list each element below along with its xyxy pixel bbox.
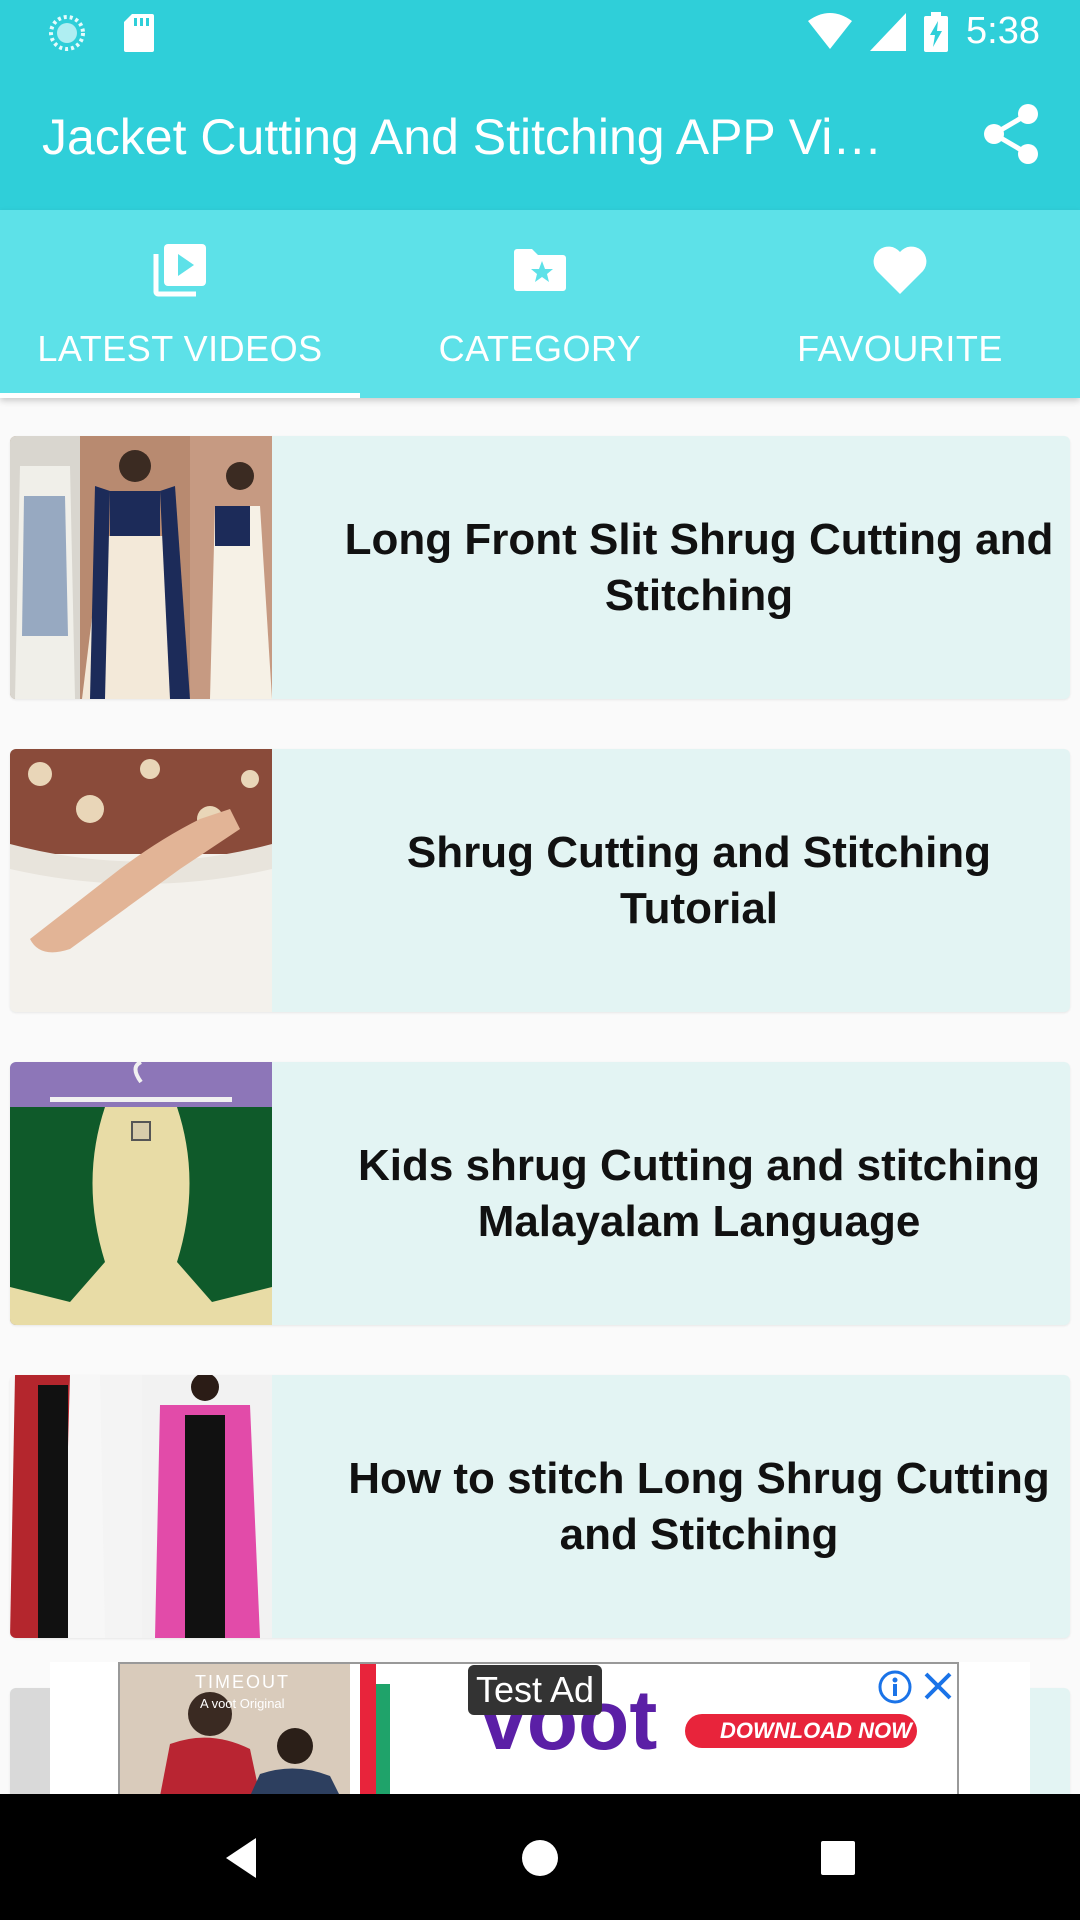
recents-icon[interactable]	[810, 1830, 866, 1886]
video-card[interactable]: Long Front Slit Shrug Cutting and Stitch…	[10, 436, 1070, 699]
folder-star-icon	[514, 249, 566, 291]
home-icon[interactable]	[512, 1830, 568, 1886]
wifi-icon	[808, 12, 853, 49]
video-list: Long Front Slit Shrug Cutting and Stitch…	[0, 398, 1080, 1794]
tab-favourite[interactable]: FAVOURITE	[720, 210, 1080, 398]
video-thumbnail	[10, 1062, 272, 1325]
video-title: Long Front Slit Shrug Cutting and Stitch…	[344, 514, 1054, 620]
video-card[interactable]: Kids shrug Cutting and stitching Malayal…	[10, 1062, 1070, 1325]
app-title: Jacket Cutting And Stitching APP Vi…	[42, 109, 883, 165]
video-thumbnail	[10, 749, 272, 1012]
tab-label: CATEGORY	[438, 328, 642, 369]
tab-label: LATEST VIDEOS	[37, 328, 323, 369]
battery-charging-icon	[924, 11, 949, 52]
ad-brand-sub: A voot Original	[200, 1696, 285, 1711]
ad-brand-tag: TIMEOUT	[195, 1672, 290, 1692]
share-icon[interactable]	[980, 102, 1044, 166]
status-bar: 5:38	[0, 0, 1080, 64]
video-card[interactable]: Shrug Cutting and Stitching Tutorial	[10, 749, 1070, 1012]
heart-icon	[873, 246, 927, 294]
tab-latest-videos[interactable]: LATEST VIDEOS	[0, 210, 360, 398]
tab-bar: LATEST VIDEOS CATEGORY FAVOURITE	[0, 210, 1080, 398]
ad-test-label: Test Ad	[468, 1665, 603, 1715]
video-title: Kids shrug Cutting and stitching Malayal…	[358, 1140, 1040, 1246]
close-icon[interactable]	[920, 1668, 956, 1704]
video-thumbnail	[10, 1375, 272, 1638]
sdcard-icon	[124, 14, 154, 52]
video-title: Shrug Cutting and Stitching Tutorial	[406, 827, 992, 933]
tab-category[interactable]: CATEGORY	[360, 210, 720, 398]
clock: 5:38	[966, 10, 1040, 52]
app-bar: Jacket Cutting And Stitching APP Vi…	[0, 64, 1080, 210]
video-thumbnail	[10, 436, 272, 699]
ad-cta: DOWNLOAD NOW	[720, 1718, 914, 1743]
video-card[interactable]: How to stitch Long Shrug Cutting and Sti…	[10, 1375, 1070, 1638]
info-icon[interactable]	[878, 1670, 912, 1704]
navigation-bar	[0, 1794, 1080, 1920]
video-library-icon	[153, 244, 206, 297]
video-title: How to stitch Long Shrug Cutting and Sti…	[348, 1453, 1050, 1559]
tab-label: FAVOURITE	[797, 328, 1003, 369]
sync-icon	[49, 15, 85, 51]
signal-icon	[870, 12, 907, 51]
back-icon[interactable]	[214, 1830, 270, 1886]
